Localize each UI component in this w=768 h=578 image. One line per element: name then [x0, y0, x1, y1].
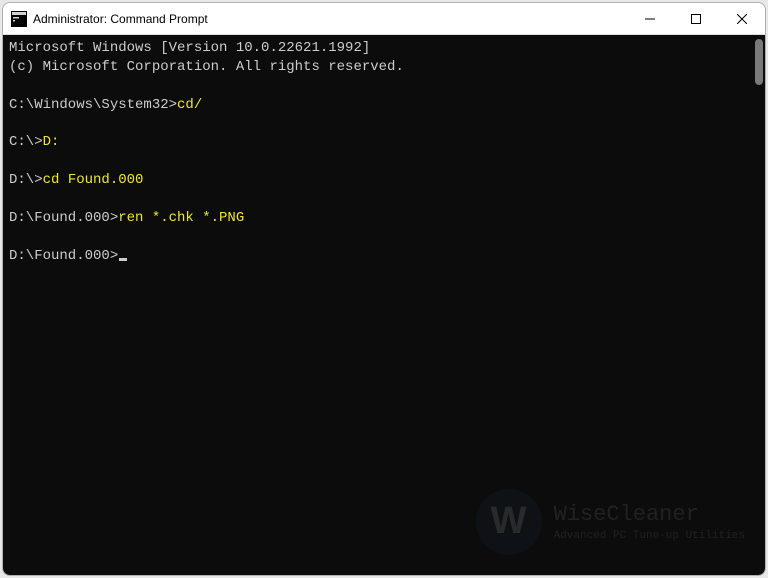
terminal-area[interactable]: Microsoft Windows [Version 10.0.22621.19… [3, 35, 765, 575]
command-text: D: [43, 134, 60, 150]
prompt-text: D:\Found.000> [9, 248, 118, 264]
prompt-text: D:\Found.000> [9, 210, 118, 226]
minimize-button[interactable] [627, 3, 673, 35]
terminal-blank [9, 115, 759, 134]
scrollbar-thumb[interactable] [755, 39, 763, 85]
terminal-blank [9, 77, 759, 96]
terminal-header-line: (c) Microsoft Corporation. All rights re… [9, 58, 759, 77]
terminal-line: D:\Found.000>ren *.chk *.PNG [9, 209, 759, 228]
terminal-entries: C:\Windows\System32>cd/ C:\>D: D:\>cd Fo… [9, 96, 759, 247]
command-text: cd/ [177, 97, 202, 113]
command-text: cd Found.000 [43, 172, 144, 188]
close-button[interactable] [719, 3, 765, 35]
watermark: W WiseCleaner Advanced PC Tune-up Utilit… [476, 489, 745, 555]
prompt-text: C:\Windows\System32> [9, 97, 177, 113]
terminal-line: D:\>cd Found.000 [9, 171, 759, 190]
cursor-icon [119, 258, 127, 261]
terminal-blank [9, 152, 759, 171]
prompt-text: D:\> [9, 172, 43, 188]
window-title: Administrator: Command Prompt [33, 12, 627, 26]
prompt-text: C:\> [9, 134, 43, 150]
app-icon [11, 11, 27, 27]
app-window: Administrator: Command Prompt Microsoft … [2, 2, 766, 576]
maximize-button[interactable] [673, 3, 719, 35]
watermark-badge-icon: W [476, 489, 542, 555]
titlebar[interactable]: Administrator: Command Prompt [3, 3, 765, 35]
terminal-header-line: Microsoft Windows [Version 10.0.22621.19… [9, 39, 759, 58]
terminal-blank [9, 190, 759, 209]
window-controls [627, 3, 765, 34]
terminal-line: C:\Windows\System32>cd/ [9, 96, 759, 115]
terminal-line: C:\>D: [9, 133, 759, 152]
command-text: ren *.chk *.PNG [118, 210, 244, 226]
terminal-prompt-current[interactable]: D:\Found.000> [9, 247, 759, 266]
watermark-subtitle: Advanced PC Tune-up Utilities [554, 529, 745, 544]
terminal-blank [9, 228, 759, 247]
watermark-title: WiseCleaner [554, 500, 745, 530]
